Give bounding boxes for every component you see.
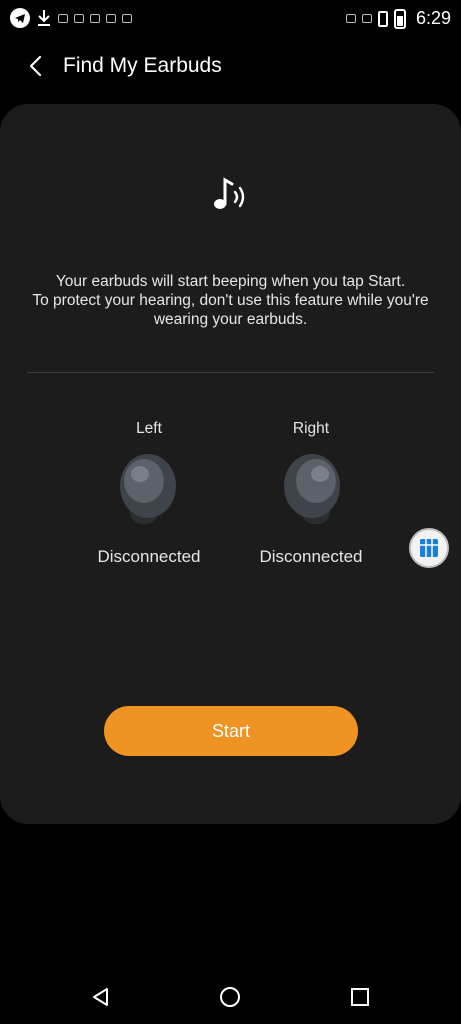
status-icons-right: 6:29 xyxy=(345,8,451,29)
notification-icon xyxy=(361,14,372,23)
floating-action-button[interactable] xyxy=(409,528,449,568)
cube-icon xyxy=(420,539,438,557)
earbud-status-left: Disconnected xyxy=(97,547,201,566)
circle-home-icon xyxy=(220,987,240,1007)
vibrate-icon xyxy=(377,10,388,27)
notification-icon xyxy=(122,13,132,23)
instruction-text: Your earbuds will start beeping when you… xyxy=(32,273,429,328)
back-button[interactable] xyxy=(20,50,52,82)
square-recents-icon xyxy=(351,988,369,1006)
divider xyxy=(27,372,434,373)
triangle-back-icon xyxy=(93,988,108,1006)
earbud-label-right: Right xyxy=(292,420,330,437)
nav-back-button[interactable] xyxy=(86,982,116,1012)
right-earbud: Right Disconnected xyxy=(236,420,386,567)
notification-icon xyxy=(106,13,116,23)
left-earbud: Left Disconnected xyxy=(74,420,224,567)
battery-icon xyxy=(393,8,406,29)
start-button[interactable]: Start xyxy=(104,706,358,756)
find-earbuds-card: Your earbuds will start beeping when you… xyxy=(0,104,461,824)
chevron-left-icon xyxy=(29,55,42,77)
nav-recents-button[interactable] xyxy=(345,982,375,1012)
header: Find My Earbuds xyxy=(0,44,461,90)
navigation-bar xyxy=(0,970,461,1024)
right-earbud-image xyxy=(284,454,340,524)
notification-icon xyxy=(74,13,84,23)
status-bar: 6:29 xyxy=(0,0,461,40)
download-icon xyxy=(38,10,50,26)
earbud-status-right: Disconnected xyxy=(259,547,363,566)
notification-icon xyxy=(58,13,68,23)
page-title: Find My Earbuds xyxy=(63,54,222,77)
notification-icon xyxy=(90,13,100,23)
status-icons-left xyxy=(10,8,132,28)
left-earbud-image xyxy=(120,454,176,524)
status-time: 6:29 xyxy=(415,8,451,28)
notification-icon xyxy=(345,14,356,23)
nav-home-button[interactable] xyxy=(215,982,245,1012)
telegram-icon xyxy=(10,8,30,28)
earbud-label-left: Left xyxy=(136,420,162,437)
music-note-sound-icon xyxy=(214,177,245,209)
